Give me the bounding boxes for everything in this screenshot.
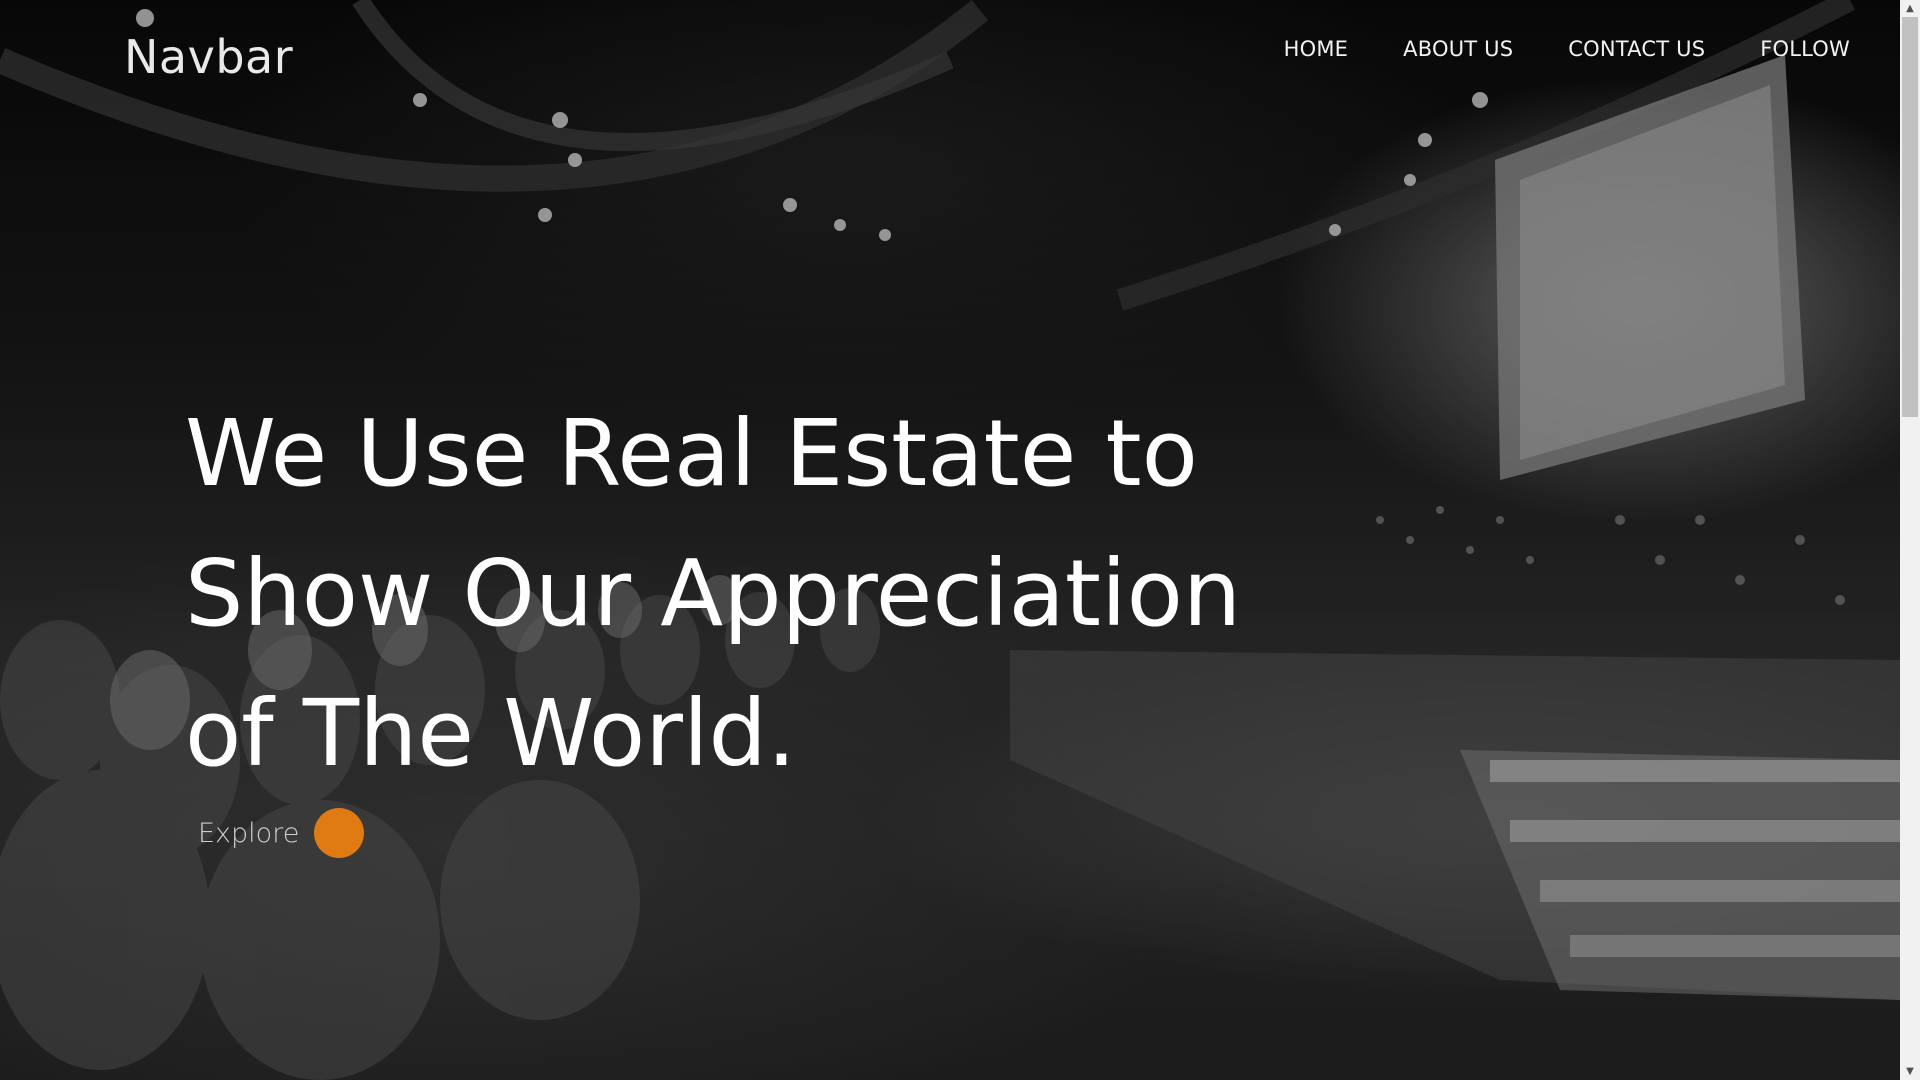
page: Navbar HOME ABOUT US CONTACT US FOLLOW W… [0,0,1920,1080]
nav-link-about-us[interactable]: ABOUT US [1403,37,1513,61]
hero-headline-line-1: We Use Real Estate to [185,400,1198,507]
scroll-down-arrow-icon[interactable]: ▼ [1900,1063,1920,1080]
explore-label: Explore [198,817,300,849]
explore-button[interactable]: Explore [198,808,365,858]
explore-circle-icon[interactable] [314,808,365,858]
navbar-brand[interactable]: Navbar [124,30,293,84]
hero-headline-line-3: of The World. [185,680,797,787]
hero-headline: We Use Real Estate to Show Our Appreciat… [185,384,1285,804]
nav-link-home[interactable]: HOME [1284,37,1349,61]
scrollbar-thumb[interactable] [1902,17,1918,417]
nav-link-contact-us[interactable]: CONTACT US [1568,37,1705,61]
hero-headline-line-2: Show Our Appreciation [185,540,1242,647]
nav-link-follow[interactable]: FOLLOW [1760,37,1850,61]
vertical-scrollbar[interactable]: ▲ ▼ [1900,0,1920,1080]
main-nav: HOME ABOUT US CONTACT US FOLLOW [1284,37,1850,61]
scroll-up-arrow-icon[interactable]: ▲ [1900,0,1920,17]
